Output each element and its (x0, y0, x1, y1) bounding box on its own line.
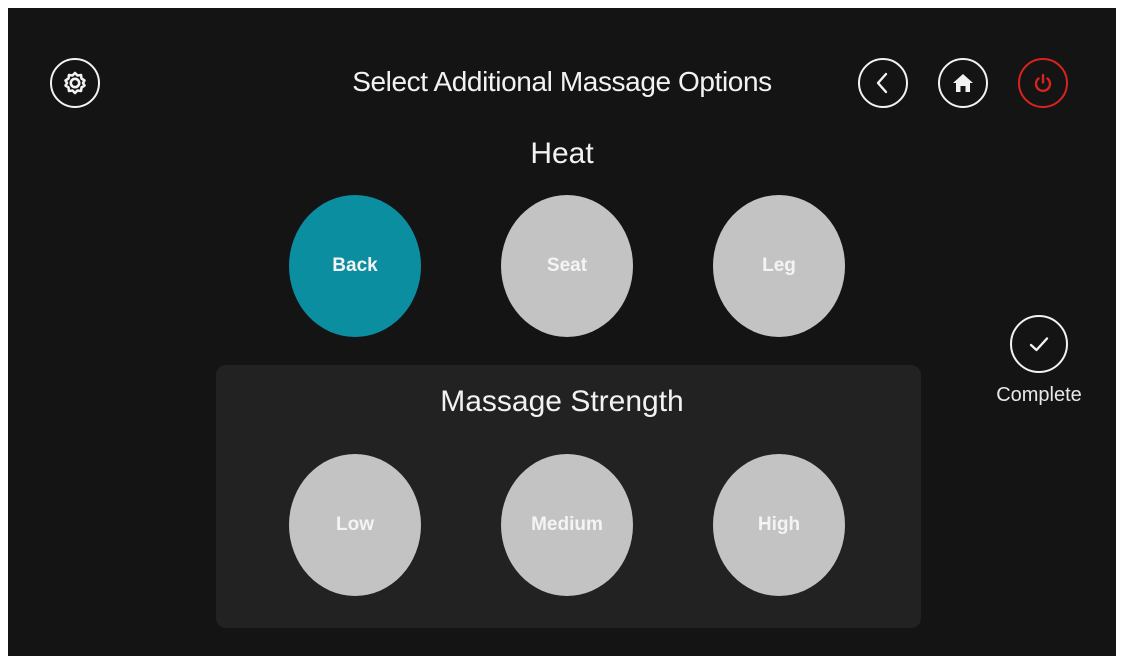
check-icon (1029, 337, 1049, 352)
heat-title: Heat (530, 137, 594, 170)
chevron-left-icon (876, 72, 888, 94)
massage-strength-title: Massage Strength (440, 385, 684, 418)
strength-low-label: Low (336, 514, 374, 535)
power-button[interactable] (1018, 58, 1068, 108)
heat-back-button[interactable]: Back (289, 195, 421, 337)
heat-seat-label: Seat (546, 255, 588, 276)
home-icon (953, 74, 973, 92)
back-button[interactable] (858, 58, 908, 108)
strength-medium-label: Medium (531, 514, 603, 535)
heat-leg-label: Leg (762, 255, 796, 276)
strength-high-label: High (757, 514, 801, 535)
home-button[interactable] (938, 58, 988, 108)
complete-label[interactable]: Complete (978, 384, 1100, 407)
heat-leg-button[interactable]: Leg (713, 195, 845, 337)
strength-medium-button[interactable]: Medium (501, 454, 633, 596)
power-icon (1034, 73, 1052, 93)
massage-options-screen: Select Additional Massage Options Heat B… (8, 8, 1116, 656)
heat-seat-button[interactable]: Seat (501, 195, 633, 337)
strength-low-button[interactable]: Low (289, 454, 421, 596)
heat-back-label: Back (332, 255, 378, 276)
complete-button[interactable] (1010, 315, 1068, 373)
strength-high-button[interactable]: High (713, 454, 845, 596)
